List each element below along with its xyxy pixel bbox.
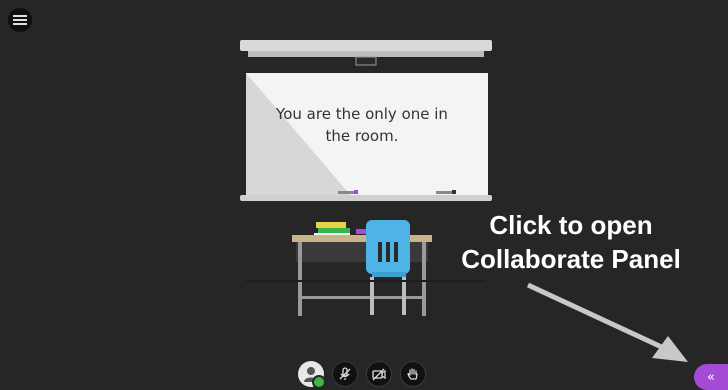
room-status-message: You are the only one in the room. — [276, 105, 448, 145]
annotation-line-2: Collaborate Panel — [461, 244, 681, 274]
annotation-arrow — [526, 282, 670, 353]
chevron-left-icon: « — [707, 369, 715, 385]
open-collaborate-panel-button[interactable]: « — [694, 364, 728, 390]
empty-room-illustration — [240, 40, 688, 362]
camera-off-icon — [372, 368, 386, 381]
raise-hand-button[interactable] — [400, 361, 426, 387]
desk — [292, 235, 432, 242]
my-status-button[interactable] — [298, 361, 326, 389]
annotation-callout: Click to open Collaborate Panel — [440, 208, 702, 276]
screen-roller — [240, 40, 492, 51]
microphone-button[interactable] — [332, 361, 358, 387]
annotation-line-1: Click to open — [489, 210, 653, 240]
status-indicator — [312, 375, 326, 389]
microphone-muted-icon — [339, 367, 351, 380]
camera-button[interactable] — [366, 361, 392, 387]
raise-hand-icon — [407, 368, 418, 380]
session-controls — [298, 360, 426, 389]
